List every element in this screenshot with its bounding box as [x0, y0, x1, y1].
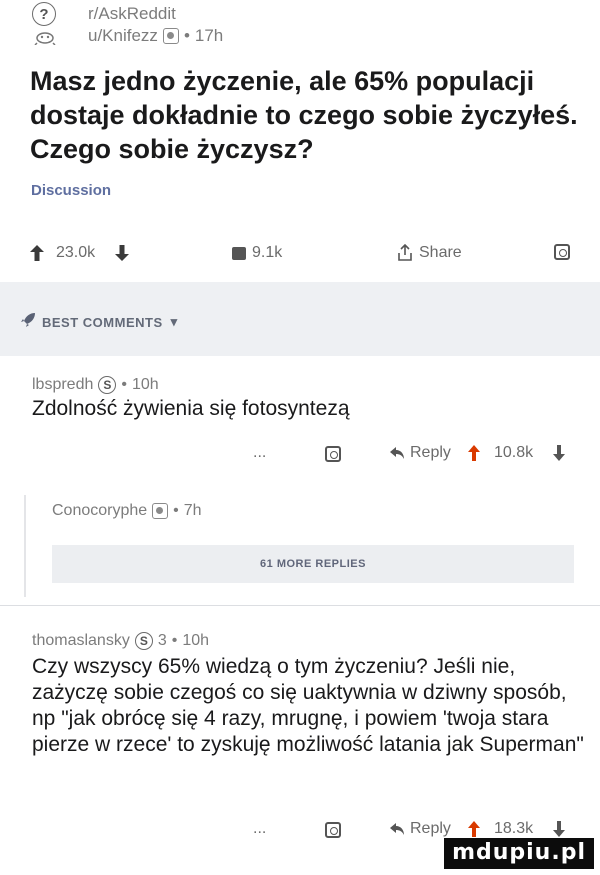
- sort-label: BEST COMMENTS: [42, 314, 163, 330]
- comment-body: Czy wszyscy 65% wiedzą o tym życzeniu? J…: [32, 655, 584, 756]
- award-icon: [325, 446, 341, 462]
- chevron-down-icon: ▾: [170, 314, 178, 329]
- downvote-icon[interactable]: [553, 821, 566, 837]
- post-score: 23.0k: [56, 244, 96, 261]
- meta-separator: •: [121, 376, 127, 393]
- comment-vote-group: 10.8k: [468, 444, 566, 462]
- upvote-icon[interactable]: [468, 821, 480, 837]
- comment-author[interactable]: thomaslansky: [32, 632, 130, 650]
- mascot-icon: [34, 32, 56, 45]
- comment-age: 10h: [182, 632, 210, 649]
- award-icon: [554, 244, 570, 260]
- s-badge-icon: S: [98, 376, 117, 394]
- share-label: Share: [419, 244, 462, 261]
- comment-author[interactable]: Conocoryphe: [52, 502, 147, 520]
- reply-label: Reply: [410, 444, 451, 461]
- subreddit-name[interactable]: r/AskReddit: [88, 4, 176, 24]
- comment-icon: [232, 246, 246, 260]
- rocket-icon: [21, 313, 35, 327]
- more-options-button[interactable]: ...: [253, 444, 266, 462]
- meta-separator: •: [183, 26, 190, 45]
- post-vote-group: 23.0k: [30, 244, 130, 262]
- award-button[interactable]: [554, 244, 570, 260]
- comment-header: Conocoryphe • 7h: [52, 502, 202, 520]
- sort-label-group: BEST COMMENTS ▾: [42, 314, 178, 330]
- comment-header: lbspredh S • 10h: [32, 376, 159, 394]
- comment-age: 7h: [183, 502, 202, 519]
- share-button[interactable]: Share: [397, 244, 462, 262]
- comment-author[interactable]: lbspredh: [32, 376, 93, 394]
- downvote-icon[interactable]: [553, 445, 566, 461]
- comment-score: 18.3k: [494, 820, 534, 837]
- post-age: 17h: [194, 26, 224, 45]
- comment-age: 10h: [131, 376, 159, 393]
- post-action-bar: 23.0k 9.1k Share: [0, 236, 600, 272]
- more-options-label: ...: [253, 820, 267, 837]
- reply-icon: [390, 447, 404, 459]
- comment-body: Zdolność żywienia się fotosyntezą: [32, 397, 350, 420]
- post-meta: u/Knifezz • 17h: [88, 26, 223, 46]
- comments-count-button[interactable]: 9.1k: [232, 244, 282, 262]
- divider: [0, 605, 600, 606]
- post-flair[interactable]: Discussion: [31, 182, 111, 199]
- watermark: mdupiu.pl: [444, 838, 594, 869]
- reply-button[interactable]: Reply: [390, 444, 451, 462]
- downvote-icon[interactable]: [115, 245, 130, 261]
- comments-count: 9.1k: [252, 244, 283, 261]
- comment-award-button[interactable]: [325, 446, 341, 462]
- post-title: Masz jedno życzenie, ale 65% populacji d…: [30, 66, 578, 164]
- comment-vote-group: 18.3k: [468, 820, 566, 838]
- more-options-button[interactable]: ...: [253, 820, 266, 838]
- upvote-icon[interactable]: [468, 445, 480, 461]
- award-badge-icon: [152, 503, 169, 519]
- more-options-label: ...: [253, 444, 267, 461]
- badge-count: 3: [157, 632, 167, 649]
- comment-header: thomaslansky S 3 • 10h: [32, 632, 209, 650]
- s-badge-icon: S: [134, 632, 153, 650]
- thread-line[interactable]: [24, 495, 26, 597]
- comment-award-button[interactable]: [325, 822, 341, 838]
- post-author[interactable]: u/Knifezz: [88, 26, 158, 46]
- award-badge-icon: [162, 28, 179, 44]
- subreddit-icon[interactable]: ?: [32, 2, 56, 26]
- reply-label: Reply: [410, 820, 451, 837]
- reply-button[interactable]: Reply: [390, 820, 451, 838]
- meta-separator: •: [171, 632, 178, 649]
- share-icon: [398, 244, 412, 261]
- reply-icon: [390, 823, 404, 835]
- sort-bar[interactable]: BEST COMMENTS ▾: [0, 282, 600, 356]
- upvote-icon[interactable]: [30, 245, 44, 261]
- post-header: ? r/AskReddit u/Knifezz • 17h: [0, 0, 600, 56]
- more-replies-button[interactable]: 61 MORE REPLIES: [52, 545, 574, 583]
- comment-score: 10.8k: [494, 444, 534, 461]
- award-icon: [325, 822, 341, 838]
- meta-separator: •: [173, 502, 179, 519]
